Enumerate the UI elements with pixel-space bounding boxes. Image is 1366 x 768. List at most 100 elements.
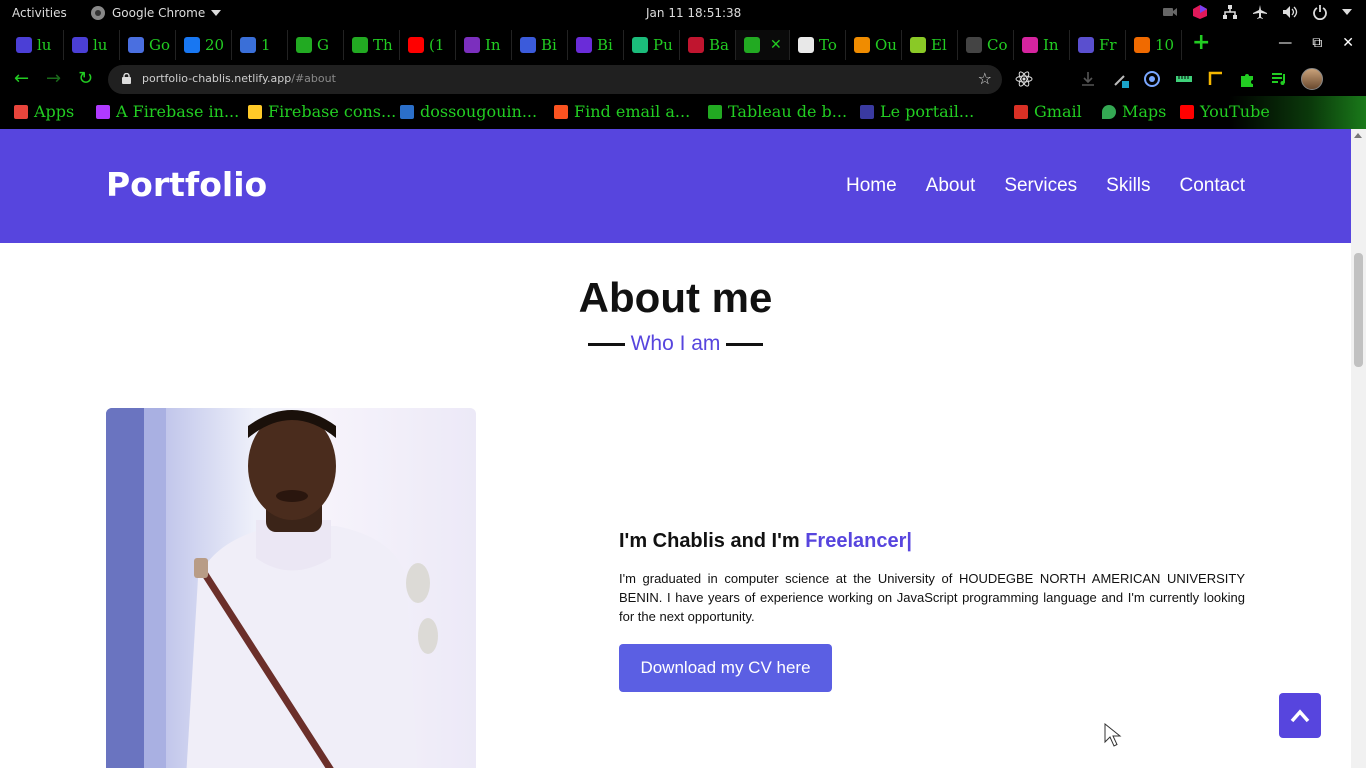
browser-tab[interactable]: ✕ xyxy=(736,30,790,60)
activities-button[interactable]: Activities xyxy=(12,6,67,20)
bookmark-star-icon[interactable]: ☆ xyxy=(978,69,992,88)
app-menu-label: Google Chrome xyxy=(112,6,206,20)
chevron-down-icon[interactable] xyxy=(1342,9,1352,15)
bookmark-label: Find email a... xyxy=(574,102,691,121)
intro-heading: I'm Chablis and I'm Freelancer| xyxy=(619,530,912,553)
airplane-mode-icon[interactable] xyxy=(1252,4,1268,20)
react-devtools-icon[interactable] xyxy=(1015,70,1033,88)
tab-title: Bi xyxy=(597,36,613,54)
browser-tab[interactable]: 10 xyxy=(1126,30,1182,60)
site-brand[interactable]: Portfolio xyxy=(106,165,267,204)
browser-tab[interactable]: Bi xyxy=(568,30,624,60)
download-cv-button[interactable]: Download my CV here xyxy=(619,644,832,692)
divider-line xyxy=(726,342,764,346)
nav-link-services[interactable]: Services xyxy=(1004,175,1077,197)
network-icon[interactable] xyxy=(1222,4,1238,20)
f-book-icon xyxy=(688,37,704,53)
nav-link-about[interactable]: About xyxy=(926,175,976,197)
notes-icon xyxy=(72,37,88,53)
browser-tab[interactable]: Bi xyxy=(512,30,568,60)
profile-avatar[interactable] xyxy=(1301,68,1323,90)
media-queue-icon[interactable] xyxy=(1270,70,1288,88)
window-controls: — ⧉ ✕ xyxy=(1278,35,1354,51)
subtitle-text: Who I am xyxy=(630,332,721,355)
notes-icon xyxy=(16,37,32,53)
scroll-up-arrow-icon[interactable] xyxy=(1354,133,1362,138)
browser-tab[interactable]: Ou xyxy=(846,30,902,60)
nav-link-contact[interactable]: Contact xyxy=(1180,175,1245,197)
extension-circle-icon[interactable] xyxy=(1143,70,1161,88)
minimize-button[interactable]: — xyxy=(1278,35,1292,51)
address-bar[interactable]: portfolio-chablis.netlify.app/#about ☆ xyxy=(108,65,1002,94)
globe-icon xyxy=(296,37,312,53)
browser-tab[interactable]: Co xyxy=(958,30,1014,60)
power-icon[interactable] xyxy=(1312,4,1328,20)
browser-tab[interactable]: Pu xyxy=(624,30,680,60)
new-tab-button[interactable]: + xyxy=(1192,32,1210,54)
browser-tab[interactable]: 20 xyxy=(176,30,232,60)
bookmark-item[interactable]: Maps xyxy=(1102,102,1166,121)
app-menu[interactable]: Google Chrome xyxy=(90,5,222,21)
browser-tab[interactable]: Ba xyxy=(680,30,736,60)
flag-icon xyxy=(520,37,536,53)
bookmark-item[interactable]: Le portail... xyxy=(860,102,974,121)
page-scrollbar[interactable] xyxy=(1351,129,1366,768)
close-tab-icon[interactable]: ✕ xyxy=(770,37,782,53)
browser-tab[interactable]: Fr xyxy=(1070,30,1126,60)
jetbrains-toolbox-icon[interactable] xyxy=(1192,4,1208,20)
bookmark-item[interactable]: Gmail xyxy=(1014,102,1082,121)
c-icon xyxy=(1078,37,1094,53)
browser-tab[interactable]: (1 xyxy=(400,30,456,60)
ruler-icon[interactable] xyxy=(1175,70,1193,88)
color-picker-icon[interactable] xyxy=(1112,70,1130,88)
maximize-button[interactable]: ⧉ xyxy=(1312,35,1322,51)
about-bio: I'm graduated in computer science at the… xyxy=(619,571,1245,624)
globe-icon xyxy=(352,37,368,53)
browser-tab[interactable]: 1 xyxy=(232,30,288,60)
measure-icon[interactable] xyxy=(1207,70,1225,88)
bookmark-item[interactable]: dossougouin... xyxy=(400,102,537,121)
bookmark-item[interactable]: A Firebase in... xyxy=(96,102,239,121)
browser-tab[interactable]: In xyxy=(456,30,512,60)
volume-icon[interactable] xyxy=(1282,4,1298,20)
scrollbar-thumb[interactable] xyxy=(1354,253,1363,367)
url-text[interactable]: portfolio-chablis.netlify.app/#about xyxy=(142,72,336,85)
bookmark-item[interactable]: YouTube xyxy=(1180,102,1270,121)
tab-title: Bi xyxy=(541,36,557,54)
browser-tab[interactable]: In xyxy=(1014,30,1070,60)
browser-tab[interactable]: To xyxy=(790,30,846,60)
bookmark-label: dossougouin... xyxy=(420,102,538,121)
scroll-to-top-button[interactable] xyxy=(1279,693,1321,738)
browser-tab[interactable]: El xyxy=(902,30,958,60)
b-icon xyxy=(464,37,480,53)
bookmark-item[interactable]: Find email a... xyxy=(554,102,690,121)
tab-title: (1 xyxy=(429,36,445,54)
browser-tab[interactable]: lu xyxy=(8,30,64,60)
tab-title: El xyxy=(931,36,947,54)
bookmark-item[interactable]: Firebase cons... xyxy=(248,102,396,121)
bookmark-item[interactable]: Tableau de b... xyxy=(708,102,847,121)
browser-toolbar: ← → ↻ portfolio-chablis.netlify.app/#abo… xyxy=(0,62,1366,96)
bookmark-label: YouTube xyxy=(1200,102,1270,121)
browser-tab[interactable]: G xyxy=(288,30,344,60)
back-button[interactable]: ← xyxy=(14,70,29,88)
bookmark-label: Apps xyxy=(34,102,75,121)
clock[interactable]: Jan 11 18:51:38 xyxy=(646,6,741,20)
close-window-button[interactable]: ✕ xyxy=(1342,35,1354,51)
youtube-icon xyxy=(1180,104,1194,119)
extensions-puzzle-icon[interactable] xyxy=(1238,70,1256,88)
browser-tab[interactable]: Th xyxy=(344,30,400,60)
reload-button[interactable]: ↻ xyxy=(78,70,93,88)
nav-link-skills[interactable]: Skills xyxy=(1106,175,1150,197)
hunter-icon xyxy=(554,104,568,119)
camera-off-icon[interactable] xyxy=(1162,4,1178,20)
bookmark-label: Firebase cons... xyxy=(268,102,397,121)
forward-button[interactable]: → xyxy=(46,70,61,88)
download-icon[interactable] xyxy=(1079,70,1097,88)
browser-tab[interactable]: lu xyxy=(64,30,120,60)
lock-icon[interactable] xyxy=(122,73,131,84)
browser-tab[interactable]: Go xyxy=(120,30,176,60)
bookmark-item[interactable]: Apps xyxy=(14,102,74,121)
nav-link-home[interactable]: Home xyxy=(846,175,897,197)
system-tray[interactable] xyxy=(1162,4,1352,20)
